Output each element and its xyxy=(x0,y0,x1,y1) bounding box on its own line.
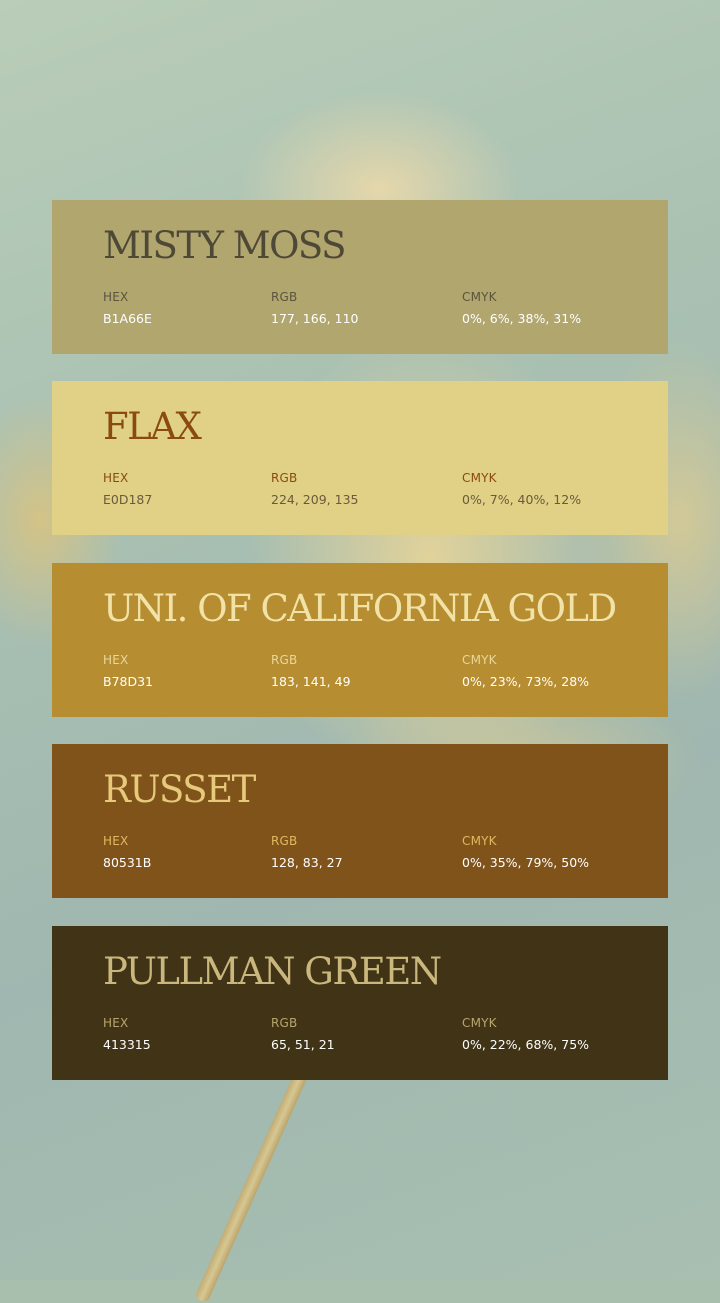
color-name: MISTY MOSS xyxy=(103,224,346,267)
color-card-pullman-green: PULLMAN GREEN HEX 413315 RGB 65, 51, 21 … xyxy=(52,926,668,1080)
rgb-field: RGB 177, 166, 110 xyxy=(271,290,358,326)
hex-label: HEX xyxy=(103,1016,129,1030)
rgb-label: RGB xyxy=(271,471,298,485)
color-card-russet: RUSSET HEX 80531B RGB 128, 83, 27 CMYK 0… xyxy=(52,744,668,898)
rgb-field: RGB 65, 51, 21 xyxy=(271,1016,335,1052)
hex-value: 413315 xyxy=(103,1037,151,1052)
rgb-field: RGB 128, 83, 27 xyxy=(271,834,343,870)
hex-label: HEX xyxy=(103,290,129,304)
hex-label: HEX xyxy=(103,653,129,667)
rgb-label: RGB xyxy=(271,653,298,667)
cmyk-field: CMYK 0%, 22%, 68%, 75% xyxy=(462,1016,589,1052)
color-card-uni-of-california-gold: UNI. OF CALIFORNIA GOLD HEX B78D31 RGB 1… xyxy=(52,563,668,717)
cmyk-value: 0%, 7%, 40%, 12% xyxy=(462,492,582,507)
rgb-value: 224, 209, 135 xyxy=(271,492,359,507)
cmyk-value: 0%, 23%, 73%, 28% xyxy=(462,674,590,689)
cmyk-value: 0%, 6%, 38%, 31% xyxy=(462,311,582,326)
rgb-value: 65, 51, 21 xyxy=(271,1037,335,1052)
hex-value: B78D31 xyxy=(103,674,154,689)
hex-label: HEX xyxy=(103,471,129,485)
cmyk-field: CMYK 0%, 6%, 38%, 31% xyxy=(462,290,581,326)
cmyk-field: CMYK 0%, 7%, 40%, 12% xyxy=(462,471,581,507)
rgb-value: 177, 166, 110 xyxy=(271,311,359,326)
hex-field: HEX 80531B xyxy=(103,834,151,870)
rgb-label: RGB xyxy=(271,834,298,848)
color-name: PULLMAN GREEN xyxy=(103,950,442,993)
rgb-value: 128, 83, 27 xyxy=(271,855,343,870)
hex-label: HEX xyxy=(103,834,129,848)
cmyk-label: CMYK xyxy=(462,471,497,485)
cmyk-value: 0%, 22%, 68%, 75% xyxy=(462,1037,590,1052)
cmyk-field: CMYK 0%, 23%, 73%, 28% xyxy=(462,653,589,689)
rgb-label: RGB xyxy=(271,290,298,304)
color-card-misty-moss: MISTY MOSS HEX B1A66E RGB 177, 166, 110 … xyxy=(52,200,668,354)
hex-value: 80531B xyxy=(103,855,152,870)
cmyk-label: CMYK xyxy=(462,290,497,304)
rgb-label: RGB xyxy=(271,1016,298,1030)
cmyk-label: CMYK xyxy=(462,834,497,848)
rgb-field: RGB 224, 209, 135 xyxy=(271,471,358,507)
cmyk-value: 0%, 35%, 79%, 50% xyxy=(462,855,590,870)
color-name: UNI. OF CALIFORNIA GOLD xyxy=(103,587,617,630)
cmyk-field: CMYK 0%, 35%, 79%, 50% xyxy=(462,834,589,870)
color-name: FLAX xyxy=(103,405,202,448)
hex-value: E0D187 xyxy=(103,492,153,507)
hex-field: HEX B1A66E xyxy=(103,290,152,326)
cmyk-label: CMYK xyxy=(462,1016,497,1030)
hex-field: HEX E0D187 xyxy=(103,471,152,507)
hex-value: B1A66E xyxy=(103,311,152,326)
hex-field: HEX B78D31 xyxy=(103,653,153,689)
rgb-value: 183, 141, 49 xyxy=(271,674,351,689)
color-card-flax: FLAX HEX E0D187 RGB 224, 209, 135 CMYK 0… xyxy=(52,381,668,535)
hex-field: HEX 413315 xyxy=(103,1016,151,1052)
cmyk-label: CMYK xyxy=(462,653,497,667)
rgb-field: RGB 183, 141, 49 xyxy=(271,653,351,689)
color-name: RUSSET xyxy=(103,768,256,811)
